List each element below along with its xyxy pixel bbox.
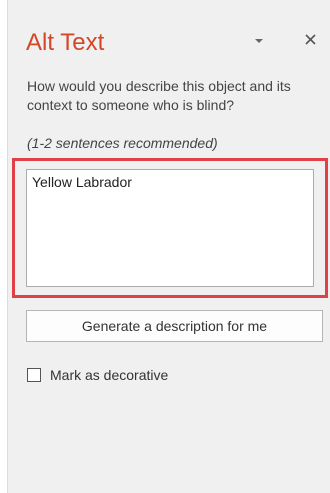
description-prompt: How would you describe this object and i… xyxy=(27,78,291,113)
close-icon xyxy=(305,34,316,45)
mark-decorative-label[interactable]: Mark as decorative xyxy=(50,366,168,384)
pane-title: Alt Text xyxy=(26,29,105,56)
pane-options-button[interactable] xyxy=(248,30,270,52)
alt-text-pane: Alt Text How would you describe this obj… xyxy=(7,0,330,493)
description-highlight-frame: Yellow Labrador xyxy=(12,158,328,298)
sentence-hint: (1-2 sentences recommended) xyxy=(27,135,218,151)
alt-text-description-input[interactable]: Yellow Labrador xyxy=(26,169,314,287)
mark-decorative-row[interactable]: Mark as decorative xyxy=(27,366,168,384)
close-pane-button[interactable] xyxy=(300,29,322,51)
generate-description-button[interactable]: Generate a description for me xyxy=(26,310,323,342)
mark-decorative-checkbox[interactable] xyxy=(27,368,41,382)
chevron-down-icon xyxy=(255,39,263,43)
